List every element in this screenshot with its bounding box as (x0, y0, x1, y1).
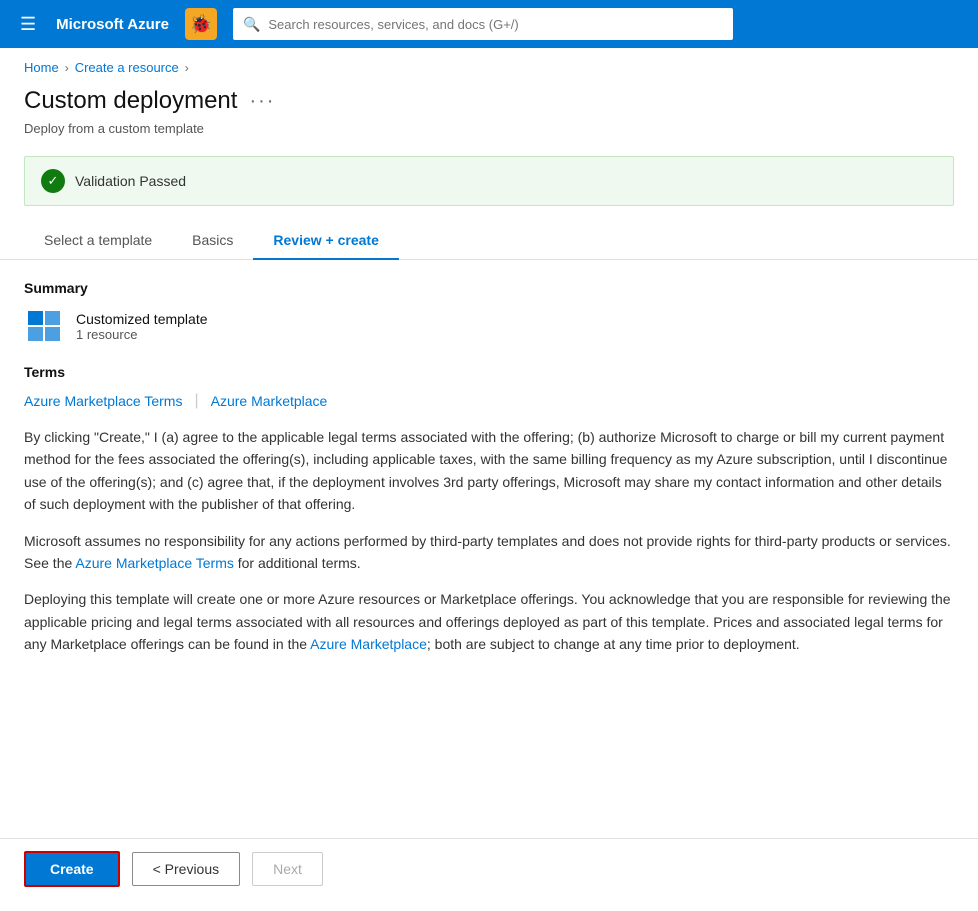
search-bar[interactable]: 🔍 (233, 8, 733, 40)
tab-select-template[interactable]: Select a template (24, 222, 172, 260)
page-subtitle: Deploy from a custom template (0, 119, 978, 148)
terms-divider: | (194, 392, 198, 410)
breadcrumb-create-resource[interactable]: Create a resource (75, 60, 179, 75)
next-button: Next (252, 852, 323, 886)
terms-paragraph-3: Deploying this template will create one … (24, 588, 954, 655)
page-header: Custom deployment ··· (0, 79, 978, 119)
validation-check-icon: ✓ (41, 169, 65, 193)
grid-cell-1 (28, 311, 43, 325)
template-grid-icon (28, 311, 60, 341)
tab-basics[interactable]: Basics (172, 222, 253, 260)
terms-section: Terms Azure Marketplace Terms | Azure Ma… (24, 364, 954, 656)
brand-name: Microsoft Azure (56, 16, 169, 33)
search-input[interactable] (268, 17, 723, 32)
summary-item: Customized template 1 resource (24, 308, 954, 344)
terms-body: By clicking "Create," I (a) agree to the… (24, 426, 954, 656)
terms-paragraph-2: Microsoft assumes no responsibility for … (24, 530, 954, 575)
azure-marketplace-terms-link[interactable]: Azure Marketplace Terms (24, 393, 182, 409)
grid-cell-4 (45, 327, 60, 341)
top-nav: ☰ Microsoft Azure 🐞 🔍 (0, 0, 978, 48)
breadcrumb: Home › Create a resource › (0, 48, 978, 79)
validation-banner: ✓ Validation Passed (24, 156, 954, 206)
previous-button[interactable]: < Previous (132, 852, 241, 886)
terms-paragraph-3-link[interactable]: Azure Marketplace (310, 636, 427, 652)
terms-links: Azure Marketplace Terms | Azure Marketpl… (24, 392, 954, 410)
terms-section-title: Terms (24, 364, 954, 380)
summary-item-subtitle: 1 resource (76, 327, 208, 342)
breadcrumb-sep-1: › (65, 61, 69, 75)
terms-paragraph-2-link[interactable]: Azure Marketplace Terms (75, 555, 233, 571)
summary-item-title: Customized template (76, 311, 208, 327)
tab-review-create[interactable]: Review + create (253, 222, 398, 260)
grid-cell-3 (28, 327, 43, 341)
bug-icon[interactable]: 🐞 (185, 8, 217, 40)
azure-marketplace-link[interactable]: Azure Marketplace (211, 393, 328, 409)
template-icon (24, 308, 64, 344)
more-options-icon[interactable]: ··· (249, 90, 275, 113)
summary-section-title: Summary (24, 280, 954, 296)
breadcrumb-sep-2: › (185, 61, 189, 75)
page-title: Custom deployment (24, 87, 237, 115)
breadcrumb-home[interactable]: Home (24, 60, 59, 75)
main-content: Summary Customized template 1 resource T… (0, 260, 978, 690)
hamburger-icon[interactable]: ☰ (16, 10, 40, 39)
validation-text: Validation Passed (75, 173, 186, 189)
tab-bar: Select a template Basics Review + create (0, 222, 978, 260)
bottom-bar: Create < Previous Next (0, 838, 978, 899)
main-content-scroll: Summary Customized template 1 resource T… (0, 260, 978, 911)
create-button[interactable]: Create (24, 851, 120, 887)
terms-paragraph-1: By clicking "Create," I (a) agree to the… (24, 426, 954, 516)
search-icon: 🔍 (243, 16, 260, 33)
summary-text: Customized template 1 resource (76, 311, 208, 342)
grid-cell-2 (45, 311, 60, 325)
